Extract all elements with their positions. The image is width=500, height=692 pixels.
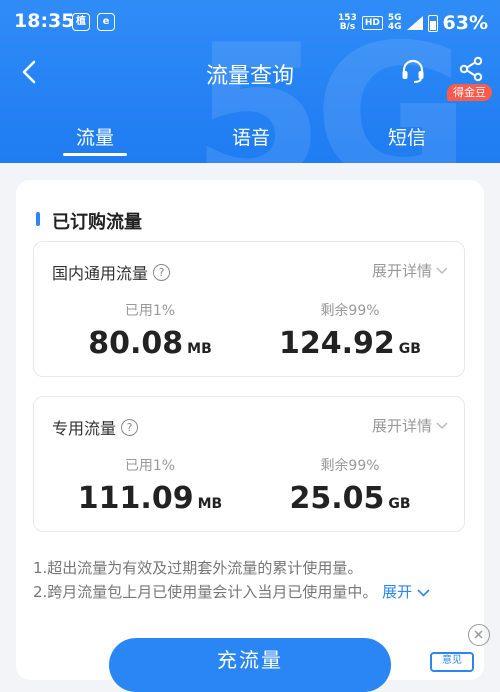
plan-domestic: 国内通用流量 ? 展开详情 已用1% 80.08 MB 剩余99% 124.92 G… — [33, 241, 465, 377]
chevron-down-icon — [436, 266, 448, 274]
note-line-2: 2.跨月流量包上月已使用量会计入当月已使用量中。 展开 — [33, 580, 473, 604]
header: 5G 18:35 植 e 153 B/s HD 5G 4G 63% 流量查询 得… — [0, 0, 500, 163]
help-icon[interactable]: ? — [153, 263, 171, 281]
chevron-down-icon — [436, 421, 448, 429]
usage-notes: 1.超出流量为有效及过期套外流量的累计使用量。 2.跨月流量包上月已使用量会计入… — [33, 556, 473, 604]
expand-detail-button[interactable]: 展开详情 — [372, 260, 448, 281]
help-icon[interactable]: ? — [121, 418, 139, 436]
expand-detail-button[interactable]: 展开详情 — [372, 415, 448, 436]
share-icon[interactable] — [458, 56, 484, 82]
tab-bar: 流量 语音 短信 — [0, 113, 500, 163]
tab-voice[interactable]: 语音 — [232, 123, 270, 150]
recharge-data-button[interactable]: 充流量 — [109, 638, 391, 692]
used-value: 80.08 MB — [88, 326, 212, 361]
tab-active-indicator — [63, 153, 127, 156]
hd-badge: HD — [361, 16, 383, 30]
chevron-down-icon — [417, 588, 430, 597]
headset-icon[interactable] — [400, 58, 426, 84]
notes-expand-button[interactable]: 展开 — [382, 583, 430, 601]
remaining-column: 剩余99% 124.92 GB — [260, 300, 440, 361]
telecom-notification-icon: e — [97, 13, 115, 31]
status-indicators: 153 B/s HD 5G 4G 63% — [338, 12, 488, 34]
note-line-1: 1.超出流量为有效及过期套外流量的累计使用量。 — [33, 559, 363, 577]
plan-name: 专用流量 ? — [52, 415, 139, 439]
close-icon[interactable] — [468, 624, 490, 646]
section-marker — [36, 212, 40, 226]
app-notification-icon: 植 — [72, 13, 90, 31]
battery-icon — [427, 14, 438, 32]
gold-bean-badge[interactable]: 得金豆 — [447, 84, 492, 101]
used-value: 111.09 MB — [77, 481, 223, 516]
tab-data[interactable]: 流量 — [76, 123, 114, 150]
status-time: 18:35 — [14, 10, 75, 32]
used-column: 已用1% 80.08 MB — [60, 300, 240, 361]
data-usage-card: 已订购流量 国内通用流量 ? 展开详情 已用1% 80.08 MB 剩余99% 1… — [16, 180, 484, 680]
signal-icon — [406, 16, 423, 30]
nav-bar: 流量查询 得金豆 — [0, 44, 500, 101]
plan-dedicated: 专用流量 ? 展开详情 已用1% 111.09 MB 剩余99% 25.05 GB — [33, 396, 465, 532]
network-type: 5G 4G — [387, 13, 402, 32]
plan-name: 国内通用流量 ? — [52, 260, 171, 284]
net-speed: 153 B/s — [338, 13, 357, 32]
used-column: 已用1% 111.09 MB — [60, 455, 240, 516]
feedback-widget[interactable]: 意见 — [430, 652, 474, 672]
section-title: 已订购流量 — [36, 208, 142, 234]
battery-percent: 63% — [442, 12, 488, 34]
remaining-value: 25.05 GB — [289, 481, 411, 516]
remaining-value: 124.92 GB — [279, 326, 421, 361]
status-bar: 18:35 植 e 153 B/s HD 5G 4G 63% — [0, 0, 500, 44]
tab-sms[interactable]: 短信 — [388, 123, 426, 150]
remaining-column: 剩余99% 25.05 GB — [260, 455, 440, 516]
